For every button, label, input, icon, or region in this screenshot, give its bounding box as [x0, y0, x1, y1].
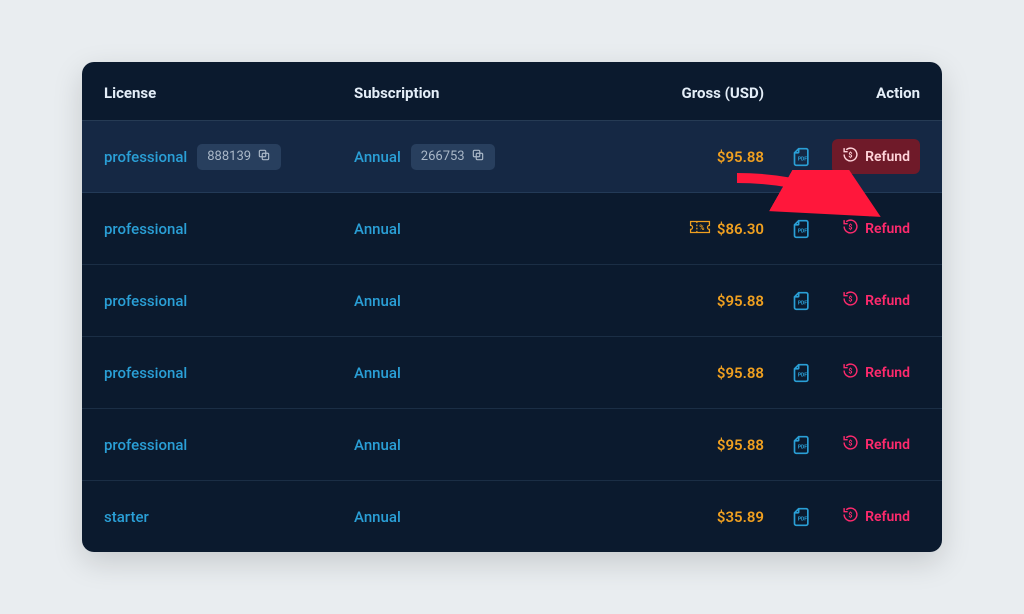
refund-icon: $ [842, 290, 859, 311]
svg-text:PDF: PDF [798, 300, 807, 306]
col-header-action: Action [876, 84, 920, 102]
license-id-text: 888139 [207, 149, 251, 164]
refund-button[interactable]: $ Refund [832, 139, 920, 174]
gross-value: $95.88 [717, 292, 764, 310]
refund-icon: $ [842, 218, 859, 239]
subscription-link[interactable]: Annual [354, 436, 401, 454]
svg-text:$: $ [848, 438, 852, 447]
refund-label: Refund [865, 293, 910, 309]
license-link[interactable]: professional [104, 220, 187, 238]
svg-text:$: $ [848, 510, 852, 519]
refund-label: Refund [865, 149, 910, 165]
license-link[interactable]: starter [104, 508, 149, 526]
license-link[interactable]: professional [104, 436, 187, 454]
license-link[interactable]: professional [104, 364, 187, 382]
gross-value: $95.88 [717, 364, 764, 382]
svg-text:PDF: PDF [798, 444, 807, 450]
license-link[interactable]: professional [104, 292, 187, 310]
copy-icon [257, 148, 271, 166]
svg-text:PDF: PDF [798, 372, 807, 378]
refund-button[interactable]: $ Refund [832, 211, 920, 246]
copy-icon [471, 148, 485, 166]
download-pdf-button[interactable]: PDF [792, 219, 812, 239]
table-row: professional 888139 Annual 266753 $95.88 PDF $… [82, 121, 942, 193]
refund-icon: $ [842, 362, 859, 383]
license-link[interactable]: professional [104, 148, 187, 166]
orders-table: License Subscription Gross (USD) Action … [82, 62, 942, 552]
refund-button[interactable]: $ Refund [832, 427, 920, 462]
table-row: professional Annual $95.88 PDF $ Refund [82, 337, 942, 409]
subscription-link[interactable]: Annual [354, 148, 401, 166]
subscription-link[interactable]: Annual [354, 292, 401, 310]
svg-text:$: $ [848, 366, 852, 375]
table-row: starter Annual $35.89 PDF $ Refund [82, 481, 942, 552]
svg-text:$: $ [848, 150, 852, 159]
gross-value: $95.88 [717, 436, 764, 454]
gross-value: $86.30 [717, 220, 764, 238]
table-header: License Subscription Gross (USD) Action [82, 62, 942, 121]
subscription-link[interactable]: Annual [354, 508, 401, 526]
refund-label: Refund [865, 509, 910, 525]
download-pdf-button[interactable]: PDF [792, 291, 812, 311]
gross-value: $35.89 [717, 508, 764, 526]
refund-label: Refund [865, 437, 910, 453]
subscription-id-text: 266753 [421, 149, 465, 164]
table-row: professional Annual% $86.30 PDF $ Refund [82, 193, 942, 265]
col-header-gross: Gross (USD) [682, 84, 764, 102]
refund-icon: $ [842, 434, 859, 455]
subscription-id-copy[interactable]: 266753 [411, 144, 495, 170]
refund-icon: $ [842, 506, 859, 527]
svg-text:$: $ [848, 294, 852, 303]
svg-text:$: $ [848, 222, 852, 231]
refund-icon: $ [842, 146, 859, 167]
gross-value: $95.88 [717, 148, 764, 166]
col-header-subscription: Subscription [354, 84, 439, 102]
refund-label: Refund [865, 365, 910, 381]
subscription-link[interactable]: Annual [354, 364, 401, 382]
download-pdf-button[interactable]: PDF [792, 363, 812, 383]
table-row: professional Annual $95.88 PDF $ Refund [82, 409, 942, 481]
download-pdf-button[interactable]: PDF [792, 507, 812, 527]
refund-label: Refund [865, 221, 910, 237]
download-pdf-button[interactable]: PDF [792, 147, 812, 167]
subscription-link[interactable]: Annual [354, 220, 401, 238]
svg-text:%: % [699, 223, 704, 232]
svg-text:PDF: PDF [798, 516, 807, 522]
refund-button[interactable]: $ Refund [832, 355, 920, 390]
license-id-copy[interactable]: 888139 [197, 144, 281, 170]
discount-icon: % [689, 219, 711, 239]
refund-button[interactable]: $ Refund [832, 283, 920, 318]
col-header-license: License [104, 84, 156, 102]
download-pdf-button[interactable]: PDF [792, 435, 812, 455]
svg-text:PDF: PDF [798, 228, 807, 234]
refund-button[interactable]: $ Refund [832, 499, 920, 534]
table-row: professional Annual $95.88 PDF $ Refund [82, 265, 942, 337]
svg-text:PDF: PDF [798, 156, 807, 162]
